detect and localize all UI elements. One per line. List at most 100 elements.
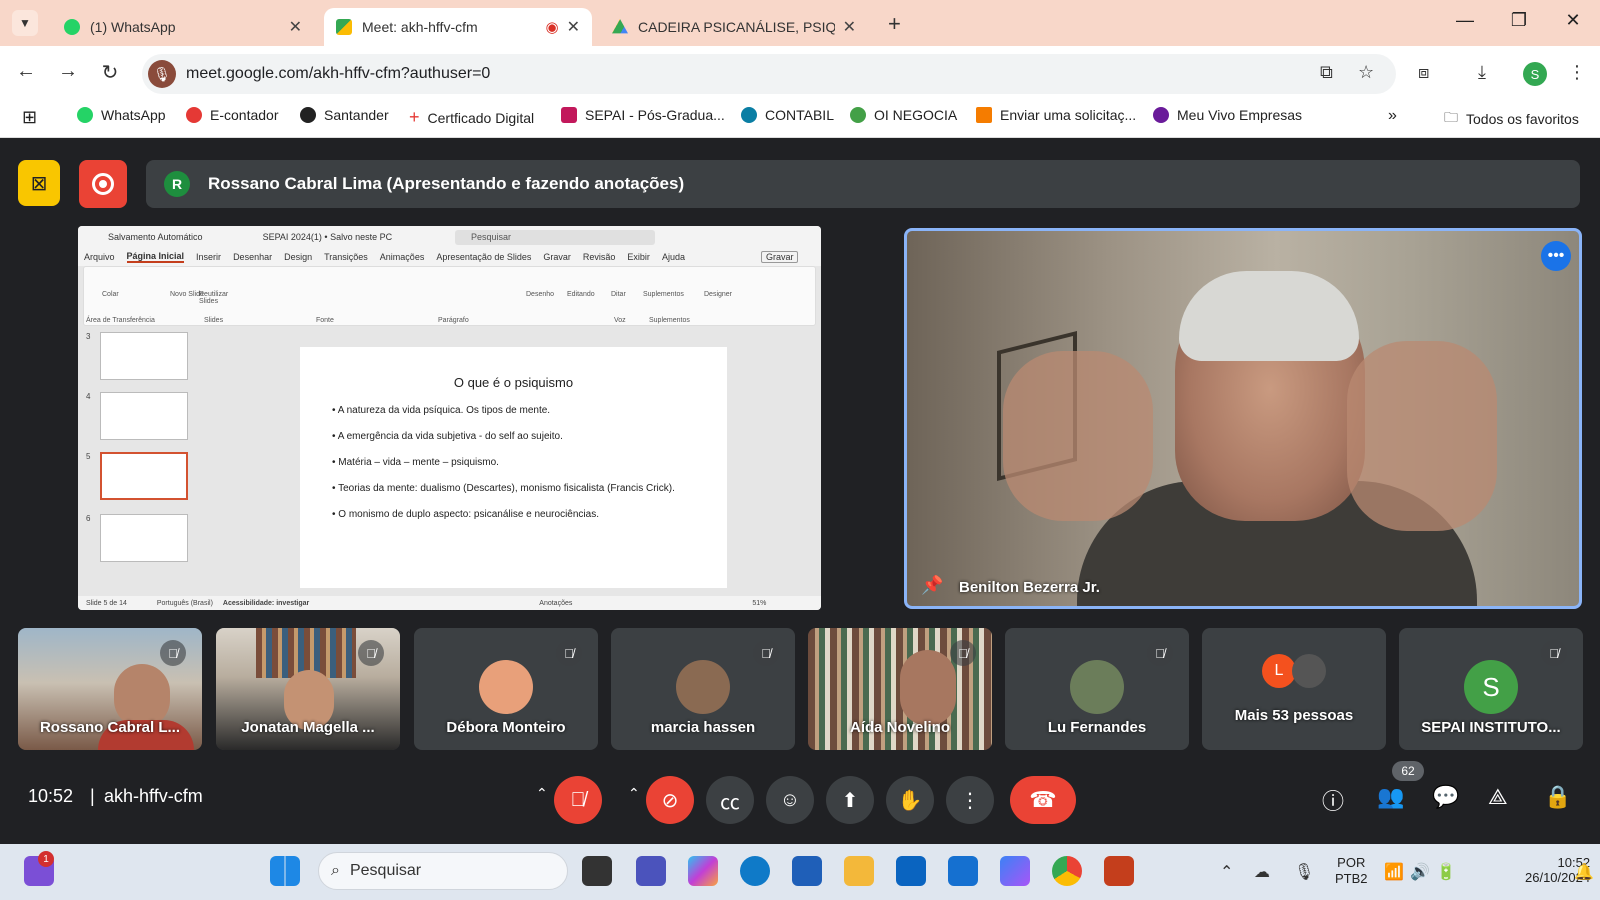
bookmark-star-icon[interactable]: ☆ <box>1358 62 1374 83</box>
copilot-icon[interactable] <box>688 856 718 886</box>
ribbon-colar[interactable]: Colar <box>102 291 119 298</box>
ribbon-designer[interactable]: Designer <box>704 291 732 298</box>
menu-revisao[interactable]: Revisão <box>583 252 616 262</box>
new-tab-button[interactable]: + <box>888 11 901 37</box>
menu-arquivo[interactable]: Arquivo <box>84 252 115 262</box>
extensions-icon[interactable]: ⧈ <box>1418 62 1429 83</box>
participant-tile[interactable]: 🎙̸ Rossano Cabral L... <box>18 628 202 750</box>
menu-pagina-inicial[interactable]: Página Inicial <box>126 251 185 263</box>
task-view-icon[interactable] <box>582 856 612 886</box>
meeting-info-icon[interactable]: ⓘ <box>1322 784 1344 816</box>
bookmark-meu-vivo[interactable]: Meu Vivo Empresas <box>1153 107 1302 123</box>
slide-thumbnail[interactable] <box>100 332 188 380</box>
chevron-up-icon[interactable]: ⌃ <box>536 785 548 802</box>
zoom-level[interactable]: 51% <box>752 600 766 607</box>
menu-exibir[interactable]: Exibir <box>627 252 650 262</box>
more-options-icon[interactable]: ••• <box>1541 241 1571 271</box>
menu-ajuda[interactable]: Ajuda <box>662 252 685 262</box>
chevron-up-icon[interactable]: ⌃ <box>1220 862 1233 882</box>
current-slide[interactable]: O que é o psiquismo • A natureza da vida… <box>300 347 727 588</box>
chrome-menu-icon[interactable]: ⋮ <box>1568 62 1586 83</box>
reload-icon[interactable]: ↻ <box>98 60 122 85</box>
outlook-classic-icon[interactable] <box>948 856 978 886</box>
forward-arrow-icon[interactable]: → <box>56 60 80 83</box>
bookmark-oi-negocia[interactable]: OI NEGOCIA <box>850 107 957 123</box>
input-language[interactable]: POR PTB2 <box>1335 855 1368 887</box>
bookmark-certificado[interactable]: + Certficado Digital <box>409 107 534 128</box>
tab-whatsapp[interactable]: (1) WhatsApp ✕ <box>52 8 314 46</box>
slide-thumbnail[interactable] <box>100 514 188 562</box>
close-tab-icon[interactable]: ✕ <box>289 17 302 37</box>
menu-gravar[interactable]: Gravar <box>543 252 571 262</box>
chrome-icon[interactable] <box>1052 856 1082 886</box>
pin-icon[interactable]: 📌 <box>921 575 943 596</box>
menu-animacoes[interactable]: Animações <box>380 252 425 262</box>
meeting-code[interactable]: akh-hffv-cfm <box>104 786 203 807</box>
powerpoint-search[interactable]: Pesquisar <box>455 230 655 245</box>
microphone-site-icon[interactable]: 🎙 <box>148 60 176 88</box>
close-window-button[interactable]: ✕ <box>1558 10 1588 31</box>
participant-tile[interactable]: 🎙̸ Lu Fernandes <box>1005 628 1189 750</box>
profile-avatar[interactable]: S <box>1523 62 1547 86</box>
copilot-app-icon[interactable] <box>1000 856 1030 886</box>
all-bookmarks-folder[interactable]: 🗀 Todos os favoritos <box>1444 107 1579 131</box>
ribbon-reutilizar[interactable]: Reutilizar Slides <box>199 291 229 305</box>
main-speaker-video[interactable]: ••• 📌 Benilton Bezerra Jr. <box>904 228 1582 609</box>
tab-meet[interactable]: Meet: akh-hffv-cfm ◉ ✕ <box>324 8 592 46</box>
bookmark-econtador[interactable]: E-contador <box>186 107 278 123</box>
more-participants-tile[interactable]: L Mais 53 pessoas <box>1202 628 1386 750</box>
bookmark-whatsapp[interactable]: WhatsApp <box>77 107 166 123</box>
windows-start-icon[interactable] <box>270 856 300 886</box>
participant-tile[interactable]: S 🎙̸ SEPAI INSTITUTO... <box>1399 628 1583 750</box>
ribbon-ditar[interactable]: Ditar <box>611 291 626 298</box>
minimize-button[interactable]: — <box>1450 10 1480 31</box>
open-external-icon[interactable]: ⧉ <box>1320 62 1333 83</box>
menu-design[interactable]: Design <box>284 252 312 262</box>
microphone-toggle-button[interactable]: 🎙̸ <box>554 776 602 824</box>
ribbon-editando[interactable]: Editando <box>567 291 595 298</box>
close-tab-icon[interactable]: ✕ <box>567 17 580 37</box>
chat-icon[interactable]: 💬 <box>1432 784 1459 810</box>
battery-icon[interactable]: 🔋 <box>1436 862 1456 882</box>
back-arrow-icon[interactable]: ← <box>14 60 38 83</box>
slide-thumbnail[interactable] <box>100 392 188 440</box>
reactions-button[interactable]: ☺ <box>766 776 814 824</box>
more-bookmarks-icon[interactable]: » <box>1388 107 1397 125</box>
wifi-icon[interactable]: 📶 <box>1384 862 1404 882</box>
menu-transicoes[interactable]: Transições <box>324 252 368 262</box>
file-explorer-icon[interactable] <box>844 856 874 886</box>
menu-inserir[interactable]: Inserir <box>196 252 221 262</box>
apps-grid-icon[interactable]: ⊞ <box>22 107 37 128</box>
bookmark-sepai[interactable]: SEPAI - Pós-Gradua... <box>561 107 725 123</box>
chevron-up-icon[interactable]: ⌃ <box>628 785 640 802</box>
address-bar[interactable]: 🎙 meet.google.com/akh-hffv-cfm?authuser=… <box>142 54 1396 94</box>
participant-tile[interactable]: 🎙̸ Jonatan Magella ... <box>216 628 400 750</box>
participant-tile[interactable]: 🎙̸ Débora Monteiro <box>414 628 598 750</box>
volume-icon[interactable]: 🔊 <box>1410 862 1430 882</box>
gravar-button[interactable]: Gravar <box>760 251 799 263</box>
host-controls-icon[interactable]: 🔒 <box>1544 784 1571 810</box>
notifications-icon[interactable]: 🔔 <box>1574 862 1594 882</box>
ribbon-desenho[interactable]: Desenho <box>526 291 554 298</box>
teams-icon[interactable] <box>636 856 666 886</box>
menu-apresentacao[interactable]: Apresentação de Slides <box>436 252 531 262</box>
ribbon-suplementos[interactable]: Suplementos <box>643 291 684 298</box>
stop-presenting-button[interactable]: ⊠ <box>18 160 60 206</box>
bookmark-contabil[interactable]: CONTABIL <box>741 107 834 123</box>
powerpoint-icon[interactable] <box>1104 856 1134 886</box>
camera-toggle-button[interactable]: ⊘ <box>646 776 694 824</box>
notes-button[interactable]: Anotações <box>539 600 572 607</box>
bookmark-enviar-solicitacao[interactable]: Enviar uma solicitaç... <box>976 107 1136 123</box>
close-tab-icon[interactable]: ✕ <box>843 17 856 37</box>
menu-desenhar[interactable]: Desenhar <box>233 252 272 262</box>
store-icon[interactable] <box>792 856 822 886</box>
shared-screen[interactable]: Salvamento Automático SEPAI 2024(1) • Sa… <box>78 226 821 610</box>
people-icon[interactable]: 👥 <box>1377 784 1404 810</box>
taskbar-search[interactable]: ⌕ Pesquisar <box>318 852 568 890</box>
leave-call-button[interactable]: ☎ <box>1010 776 1076 824</box>
accessibility-status[interactable]: Acessibilidade: investigar <box>223 600 309 607</box>
outlook-icon[interactable] <box>896 856 926 886</box>
slide-thumbnail-selected[interactable] <box>100 452 188 500</box>
raise-hand-button[interactable]: ✋ <box>886 776 934 824</box>
tab-google-drive[interactable]: CADEIRA PSICANÁLISE, PSIQUI... ✕ <box>600 8 868 46</box>
